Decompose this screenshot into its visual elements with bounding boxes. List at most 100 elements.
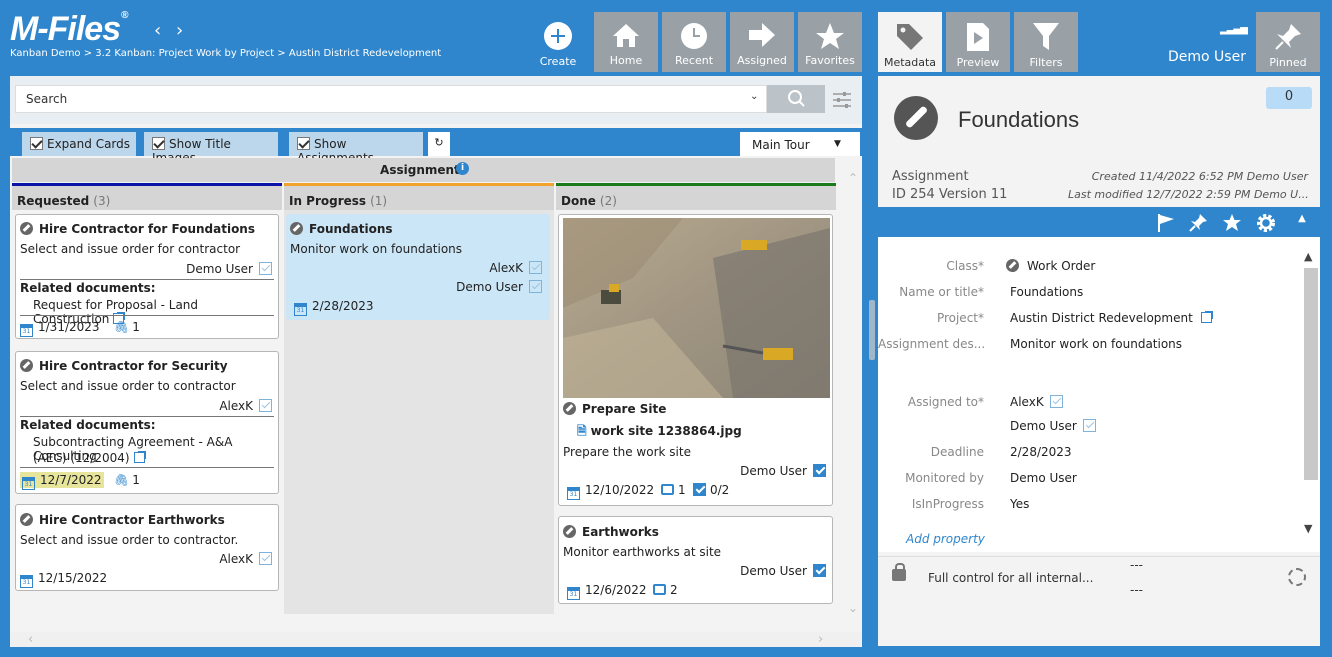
mfiles-logo[interactable]: M-Files® xyxy=(10,10,129,49)
property-description[interactable]: Monitor work on foundations xyxy=(1010,337,1182,351)
divider-grip[interactable] xyxy=(869,300,875,360)
property-monitored[interactable]: Demo User xyxy=(1010,471,1077,485)
tab-metadata[interactable]: Metadata xyxy=(878,12,942,72)
properties-scrollbar[interactable]: ▲ ▼ xyxy=(1304,248,1318,538)
assignee-checkbox[interactable] xyxy=(259,262,272,275)
task-icon xyxy=(693,483,706,496)
user-menu[interactable]: Demo User xyxy=(1168,49,1246,65)
calendar-icon: 31 xyxy=(20,575,33,588)
chevron-down-icon[interactable]: ⌄ xyxy=(750,91,758,102)
assignee-checkbox[interactable] xyxy=(259,399,272,412)
gear-icon[interactable] xyxy=(1256,213,1276,233)
tab-favorites[interactable]: Favorites xyxy=(798,12,862,72)
property-inprogress[interactable]: Yes xyxy=(1010,497,1029,511)
show-title-images-toggle[interactable]: Show Title Images xyxy=(144,132,278,165)
card-hire-earthworks[interactable]: Hire Contractor Earthworks Select and is… xyxy=(15,504,279,591)
work-site-image[interactable] xyxy=(563,218,830,398)
search-options-icon[interactable] xyxy=(832,90,852,110)
tab-assigned[interactable]: Assigned xyxy=(730,12,794,72)
property-deadline[interactable]: 2/28/2023 xyxy=(1010,445,1072,459)
card-prepare-site[interactable]: Prepare Site 🗎 work site 1238864.jpg Prep… xyxy=(558,214,833,506)
scroll-thumb xyxy=(1304,268,1318,480)
scroll-up-icon: ▲ xyxy=(1304,250,1313,263)
lock-icon xyxy=(892,563,906,581)
column-header-inprogress: In Progress (1) xyxy=(284,186,554,210)
tab-recent[interactable]: Recent xyxy=(662,12,726,72)
assignee-checkbox xyxy=(1049,395,1063,408)
star-icon[interactable] xyxy=(1222,213,1242,233)
property-label-assigned: Assigned to* xyxy=(907,395,984,409)
due-date-highlight: 31 12/7/2022 xyxy=(20,472,104,490)
arrow-right-icon xyxy=(730,22,794,51)
property-label-monitored: Monitored by xyxy=(905,471,984,485)
paperclip-icon: 🖇 xyxy=(114,473,130,487)
search-input[interactable]: Search xyxy=(15,85,767,113)
properties-panel: Class* Work Order Name or title* Foundat… xyxy=(878,237,1320,552)
property-label-class: Class* xyxy=(946,259,984,273)
info-icon[interactable]: i xyxy=(456,162,469,175)
horizontal-scrollbar[interactable]: ‹ › xyxy=(10,632,862,647)
assignee-checkbox[interactable] xyxy=(259,552,272,565)
property-name[interactable]: Foundations xyxy=(1010,285,1083,299)
pin-icon xyxy=(1256,22,1320,55)
comment-count: 2 xyxy=(653,583,678,597)
home-icon xyxy=(594,22,658,51)
tab-pinned[interactable]: Pinned xyxy=(1256,12,1320,72)
assignee-checkbox[interactable] xyxy=(529,261,542,274)
flag-icon[interactable] xyxy=(1156,213,1176,233)
property-class[interactable]: Work Order xyxy=(1006,259,1095,273)
tag-icon xyxy=(878,22,942,53)
card-hire-foundations[interactable]: Hire Contractor for Foundations Select a… xyxy=(15,214,279,339)
comment-count: 1 xyxy=(661,483,686,497)
card-earthworks[interactable]: Earthworks Monitor earthworks at site De… xyxy=(558,516,833,604)
search-icon xyxy=(788,90,805,107)
assignment-icon xyxy=(290,222,303,235)
file-link[interactable]: 🗎 work site 1238864.jpg xyxy=(577,422,742,443)
property-project[interactable]: Austin District Redevelopment xyxy=(1010,311,1213,325)
card-hire-security[interactable]: Hire Contractor for Security Select and … xyxy=(15,351,279,494)
assignee-checkbox-checked[interactable] xyxy=(813,464,826,477)
back-arrow-icon[interactable]: ‹ xyxy=(154,20,161,41)
expand-cards-toggle[interactable]: Expand Cards xyxy=(22,132,136,156)
object-type: Assignment xyxy=(892,169,969,184)
pin-icon[interactable] xyxy=(1188,213,1208,233)
tab-filters[interactable]: Filters xyxy=(1014,12,1078,72)
show-assignments-toggle[interactable]: Show Assignments xyxy=(289,132,423,165)
calendar-icon: 31 xyxy=(294,303,307,316)
refresh-icon[interactable] xyxy=(1288,568,1306,586)
metadata-pane: Foundations 0 Assignment ID 254 Version … xyxy=(878,76,1320,646)
tab-preview[interactable]: Preview xyxy=(946,12,1010,72)
scroll-left-icon: ‹ xyxy=(28,632,34,647)
assignment-icon xyxy=(20,513,33,526)
modified-info: Last modified 12/7/2022 2:59 PM Demo U..… xyxy=(1068,188,1308,201)
preview-icon xyxy=(946,22,1010,55)
forward-arrow-icon[interactable]: › xyxy=(176,20,183,41)
comment-count-badge[interactable]: 0 xyxy=(1266,87,1312,109)
task-count: 0/2 xyxy=(693,483,729,497)
breadcrumb[interactable]: Kanban Demo > 3.2 Kanban: Project Work b… xyxy=(10,48,441,59)
assignee-checkbox-checked[interactable] xyxy=(813,564,826,577)
property-assigned-1[interactable]: AlexK xyxy=(1010,395,1063,409)
assignee-checkbox xyxy=(1082,419,1096,432)
workflow-placeholder: --- xyxy=(1130,558,1143,572)
permissions-text[interactable]: Full control for all internal... xyxy=(928,571,1093,585)
vertical-scrollbar[interactable]: ⌃ ⌄ xyxy=(846,171,860,641)
property-assigned-2[interactable]: Demo User xyxy=(1010,419,1096,433)
refresh-icon[interactable]: ↻ xyxy=(428,132,450,156)
scroll-right-icon: › xyxy=(818,632,824,647)
checkbox-icon xyxy=(152,137,165,150)
property-label-deadline: Deadline xyxy=(930,445,984,459)
collapse-icon[interactable]: ▲ xyxy=(1292,213,1312,233)
clock-icon xyxy=(662,22,726,53)
search-button[interactable] xyxy=(767,85,825,113)
external-link-icon xyxy=(1200,311,1213,323)
card-foundations-selected[interactable]: Foundations Monitor work on foundations … xyxy=(286,214,550,320)
property-label-project: Project* xyxy=(936,311,984,325)
create-button[interactable]: Create xyxy=(530,22,586,68)
assignee-checkbox[interactable] xyxy=(529,280,542,293)
add-property-link[interactable]: Add property xyxy=(906,532,985,546)
tab-home[interactable]: Home xyxy=(594,12,658,72)
comment-icon xyxy=(653,584,666,595)
assignment-icon xyxy=(20,222,33,235)
tour-select[interactable]: Main Tour xyxy=(740,132,860,156)
